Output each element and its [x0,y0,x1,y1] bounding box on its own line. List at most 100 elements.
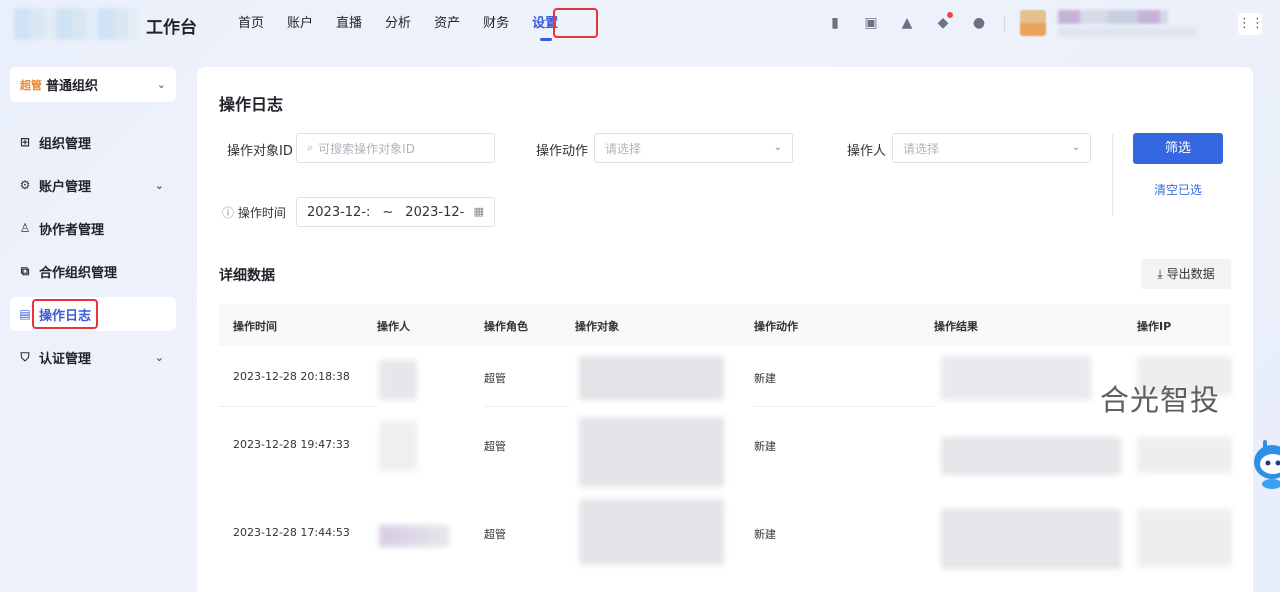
details-title: 详细数据 [219,268,275,284]
toolbar-separator [1004,15,1005,33]
search-icon: ⌕ [307,141,314,154]
action-placeholder: 请选择 [605,141,642,156]
action-select[interactable]: 请选择 ⌄ [594,133,793,163]
assistant-robot-icon[interactable] [1248,432,1280,492]
sidebar-item-label: 账户管理 [39,179,92,195]
document-icon[interactable]: ▮ [826,14,844,32]
cell-action: 新建 [754,372,776,385]
thumb-icon[interactable]: ▲ [898,14,916,32]
sidebar-item-label: 组织管理 [39,136,92,152]
cell-object-redacted [579,417,724,487]
highlight-box-operation-log [32,299,98,329]
super-admin-tag: 超管 [20,78,42,92]
cell-operator-redacted [379,360,417,400]
main-card: 操作日志 操作对象ID ⌕ 可搜索操作对象ID 操作动作 请选择 ⌄ 操作人 请… [197,67,1253,592]
page-title: 操作日志 [219,95,284,114]
date-separator: ~ [382,204,394,220]
chevron-down-icon: ⌄ [156,78,166,91]
main-nav: 首页 账户 直播 分析 资产 财务 设置 [238,0,581,50]
help-icon[interactable]: ● [970,14,988,32]
operator-select[interactable]: 请选择 ⌄ [892,133,1091,163]
cell-role: 超管 [484,528,506,541]
date-start[interactable]: 2023-12-: [307,205,370,220]
cell-result-redacted [941,356,1091,400]
highlight-box-settings [553,8,598,38]
export-button[interactable]: ⤓ 导出数据 [1141,259,1231,289]
org-name: 普通组织 [46,79,99,94]
calendar-icon: ▦ [473,205,484,218]
nav-assets[interactable]: 资产 [434,0,460,50]
action-label: 操作动作 [536,144,589,159]
sidebar-item-account-management[interactable]: ⚙ 账户管理 ⌄ [10,168,176,202]
top-bar: 工作台 首页 账户 直播 分析 资产 财务 设置 ▮ ▣ ▲ ◆ ● ⋮⋮ [0,0,1280,50]
org-grid-icon: ⊞ [19,135,31,149]
user-icon: ♙ [19,221,31,235]
nav-finance[interactable]: 财务 [483,0,509,50]
shield-icon: ⛉ [20,349,30,364]
app-name: 工作台 [146,18,197,38]
cell-result-redacted [941,437,1121,475]
avatar[interactable] [1020,10,1046,36]
col-action: 操作动作 [754,320,798,333]
cell-time: 2023-12-28 19:47:33 [233,438,350,451]
sidebar-item-certification[interactable]: ⛉ 认证管理 ⌄ [10,340,176,374]
org-selector[interactable]: 超管 普通组织 ⌄ [10,67,176,102]
date-range-picker[interactable]: 2023-12-: ~ 2023-12- ▦ [296,197,495,227]
cell-action: 新建 [754,440,776,453]
nav-home[interactable]: 首页 [238,0,264,50]
table-row[interactable]: 2023-12-28 20:18:38 超管 新建 [219,346,1232,407]
nav-live[interactable]: 直播 [336,0,362,50]
clear-selection-link[interactable]: 清空已选 [1154,181,1202,198]
cell-object-redacted [579,356,724,400]
chevron-down-icon: ⌄ [154,350,164,364]
col-object: 操作对象 [575,320,619,333]
col-result: 操作结果 [934,320,978,333]
cell-operator-redacted [379,421,417,471]
chevron-down-icon: ⌄ [773,142,782,153]
sidebar-item-collaborators[interactable]: ♙ 协作者管理 [10,211,176,245]
cell-result-redacted [941,509,1121,569]
sidebar-item-partner-orgs[interactable]: ⧉ 合作组织管理 [10,254,176,288]
cell-operator-redacted [379,525,449,547]
object-id-input[interactable]: ⌕ 可搜索操作对象ID [296,133,495,163]
sidebar-item-label: 合作组织管理 [39,265,118,281]
table-row[interactable]: 2023-12-28 17:44:53 超管 新建 [219,485,1232,580]
col-role: 操作角色 [484,320,528,333]
logo[interactable] [14,8,138,40]
cell-object-redacted [579,499,724,565]
copy-icon: ⧉ [20,263,30,278]
help-circle-icon[interactable]: ⓘ [222,206,234,220]
chevron-down-icon: ⌄ [1071,142,1080,153]
nav-account[interactable]: 账户 [287,0,313,50]
table-row[interactable]: 2023-12-28 19:47:33 超管 新建 [219,407,1232,487]
object-id-placeholder: 可搜索操作对象ID [318,141,415,156]
download-icon: ⤓ [1157,267,1163,281]
export-label: 导出数据 [1166,267,1215,281]
operator-placeholder: 请选择 [903,141,940,156]
user-info-redacted [1058,27,1198,37]
nav-analysis[interactable]: 分析 [385,0,411,50]
sidebar-item-label: 认证管理 [39,351,92,367]
sidebar-item-org-management[interactable]: ⊞ 组织管理 [10,125,176,159]
log-icon: ▤ [19,307,31,321]
table-header: 操作时间 操作人 操作角色 操作对象 操作动作 操作结果 操作IP [219,304,1231,346]
filter-button[interactable]: 筛选 [1133,133,1223,164]
user-name-redacted [1058,10,1168,24]
app-grid-icon[interactable]: ⋮⋮ [1238,13,1264,35]
col-time: 操作时间 [233,320,277,333]
watermark-text: 合光智投 [1100,383,1221,417]
cell-time: 2023-12-28 20:18:38 [233,370,350,383]
object-id-label: 操作对象ID [227,144,293,159]
cell-role: 超管 [484,440,506,453]
clipboard-icon[interactable]: ▣ [862,14,880,32]
cell-role: 超管 [484,372,506,385]
notification-dot [947,12,953,18]
time-label: 操作时间 [237,206,286,220]
cell-ip-redacted [1137,437,1232,473]
toolbar-icons: ▮ ▣ ▲ ◆ ● [826,12,1006,32]
cell-action: 新建 [754,528,776,541]
cell-time: 2023-12-28 17:44:53 [233,526,350,539]
sidebar-item-label: 协作者管理 [39,222,105,238]
bell-icon[interactable]: ◆ [934,12,953,32]
date-end[interactable]: 2023-12- [405,205,464,220]
